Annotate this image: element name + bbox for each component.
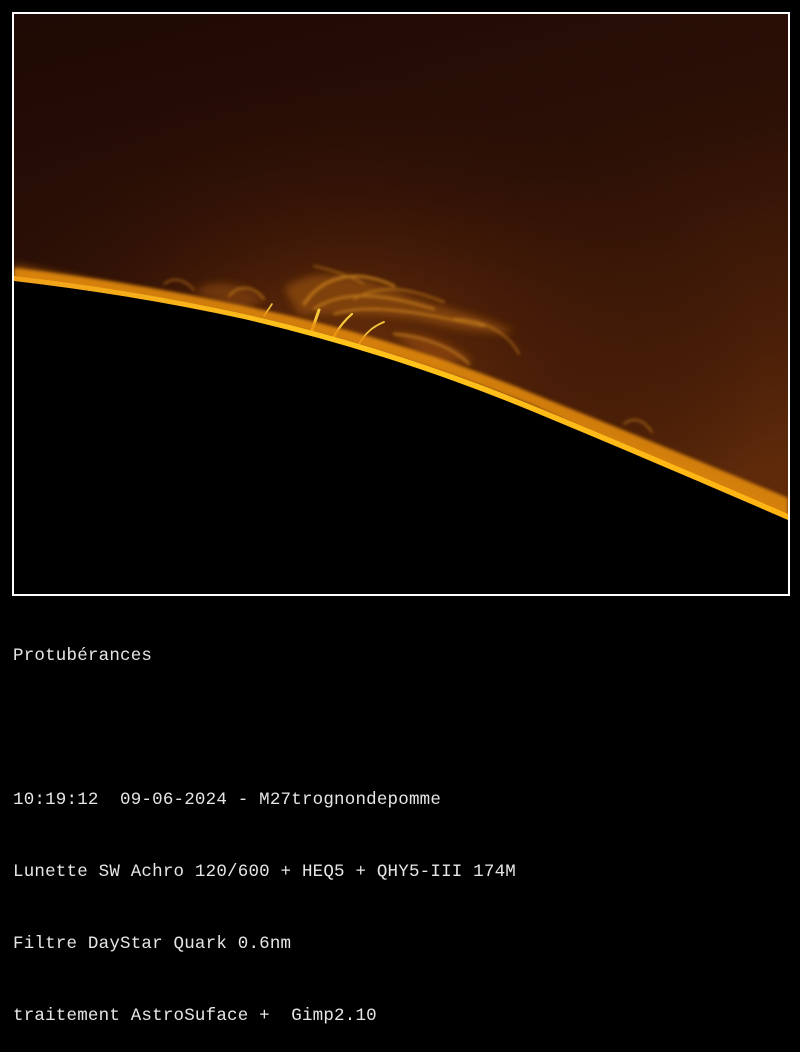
- caption-datetime: 10:19:12 09-06-2024 - M27trognondepomme: [13, 790, 442, 810]
- caption-title: Protubérances: [13, 646, 153, 666]
- caption-equipment: Lunette SW Achro 120/600 + HEQ5 + QHY5-I…: [13, 862, 516, 882]
- solar-prominence-photo: [14, 14, 788, 594]
- caption-processing: traitement AstroSuface + Gimp2.10: [13, 1006, 377, 1026]
- photo-caption: Protubérances 10:19:12 09-06-2024 - M27t…: [13, 596, 793, 1052]
- caption-filter: Filtre DayStar Quark 0.6nm: [13, 934, 292, 954]
- solar-photo-frame: [12, 12, 790, 596]
